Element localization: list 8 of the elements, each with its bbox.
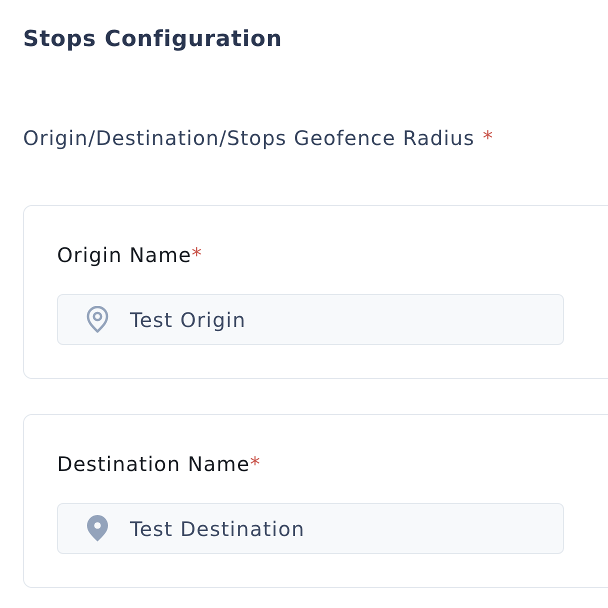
field-label: Origin Name* <box>57 242 202 268</box>
location-pin-icon <box>86 515 109 542</box>
field-label: Origin/Destination/Stops Geofence Radius * <box>23 125 494 151</box>
input-field[interactable]: Test Destination <box>57 503 564 554</box>
location-pin-icon <box>86 306 109 333</box>
section-title: Stops Configuration <box>23 26 282 54</box>
input-field[interactable]: Test Origin <box>57 294 564 345</box>
field-label: Destination Name* <box>57 451 261 477</box>
